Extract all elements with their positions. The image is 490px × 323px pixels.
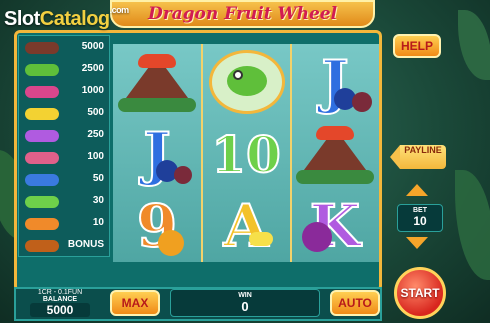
paytable-row: 1000 (19, 82, 109, 102)
nine-symbol: 9 (116, 191, 198, 261)
paytable-row: BONUS (19, 236, 109, 256)
reel-divider (290, 44, 292, 262)
dragon-fruit-icon (25, 86, 59, 98)
volcano-icon (25, 42, 59, 54)
reel-divider (201, 44, 203, 262)
max-bet-button[interactable]: MAX (110, 290, 160, 316)
start-spin-button[interactable]: START (394, 267, 446, 319)
balance-panel: 1CR - 0.1FUN BALANCE 5000 (20, 285, 100, 321)
chameleon-symbol (205, 48, 287, 116)
nine-letter-icon (25, 218, 59, 230)
j-symbol: J (294, 47, 376, 117)
win-label: WIN (238, 292, 252, 299)
chameleon-icon (25, 64, 59, 76)
autoplay-button[interactable]: AUTO (330, 290, 380, 316)
help-button[interactable]: HELP (393, 34, 441, 58)
balance-label: BALANCE (42, 296, 78, 303)
k-symbol: K (294, 191, 376, 261)
reel-area: J 9 10 A J K (113, 44, 379, 262)
paytable: 5000 2500 1000 500 250 100 50 30 10 BONU… (18, 35, 110, 257)
paytable-row: 10 (19, 214, 109, 234)
bet-display: BET 10 (397, 204, 443, 232)
payline-button[interactable]: PAYLINE (390, 145, 446, 169)
bet-down-icon[interactable] (406, 237, 428, 249)
bet-label: BET (413, 207, 427, 214)
ten-symbol: 10 (210, 124, 282, 185)
ten-letter-icon (25, 196, 59, 208)
game-title: Dragon Fruit Wheel (147, 4, 338, 24)
q-letter-icon (25, 152, 59, 164)
bet-up-icon[interactable] (406, 184, 428, 196)
coin-rate: 1CR - 0.1FUN (37, 289, 83, 296)
arrow-left-icon (390, 145, 400, 169)
bonus-icon (25, 240, 59, 252)
paytable-row: 100 (19, 148, 109, 168)
balance-value: 5000 (30, 303, 90, 317)
slotcatalog-watermark: SlotCatalog.com (4, 5, 129, 30)
paytable-row: 50 (19, 170, 109, 190)
a-symbol: A (205, 191, 287, 261)
paytable-row: 500 (19, 104, 109, 124)
banana-icon (25, 108, 59, 120)
j-letter-icon (25, 174, 59, 186)
paytable-row: 30 (19, 192, 109, 212)
paytable-row: 250 (19, 126, 109, 146)
title-banner: Dragon Fruit Wheel (110, 0, 375, 28)
bet-value: 10 (413, 214, 427, 228)
win-value: 0 (241, 299, 249, 314)
k-letter-icon (25, 130, 59, 142)
paytable-row: 5000 (19, 38, 109, 58)
volcano-symbol (294, 120, 376, 188)
volcano-symbol (116, 48, 198, 116)
paytable-row: 2500 (19, 60, 109, 80)
j-symbol: J (116, 119, 198, 189)
win-display: WIN 0 (170, 289, 320, 317)
